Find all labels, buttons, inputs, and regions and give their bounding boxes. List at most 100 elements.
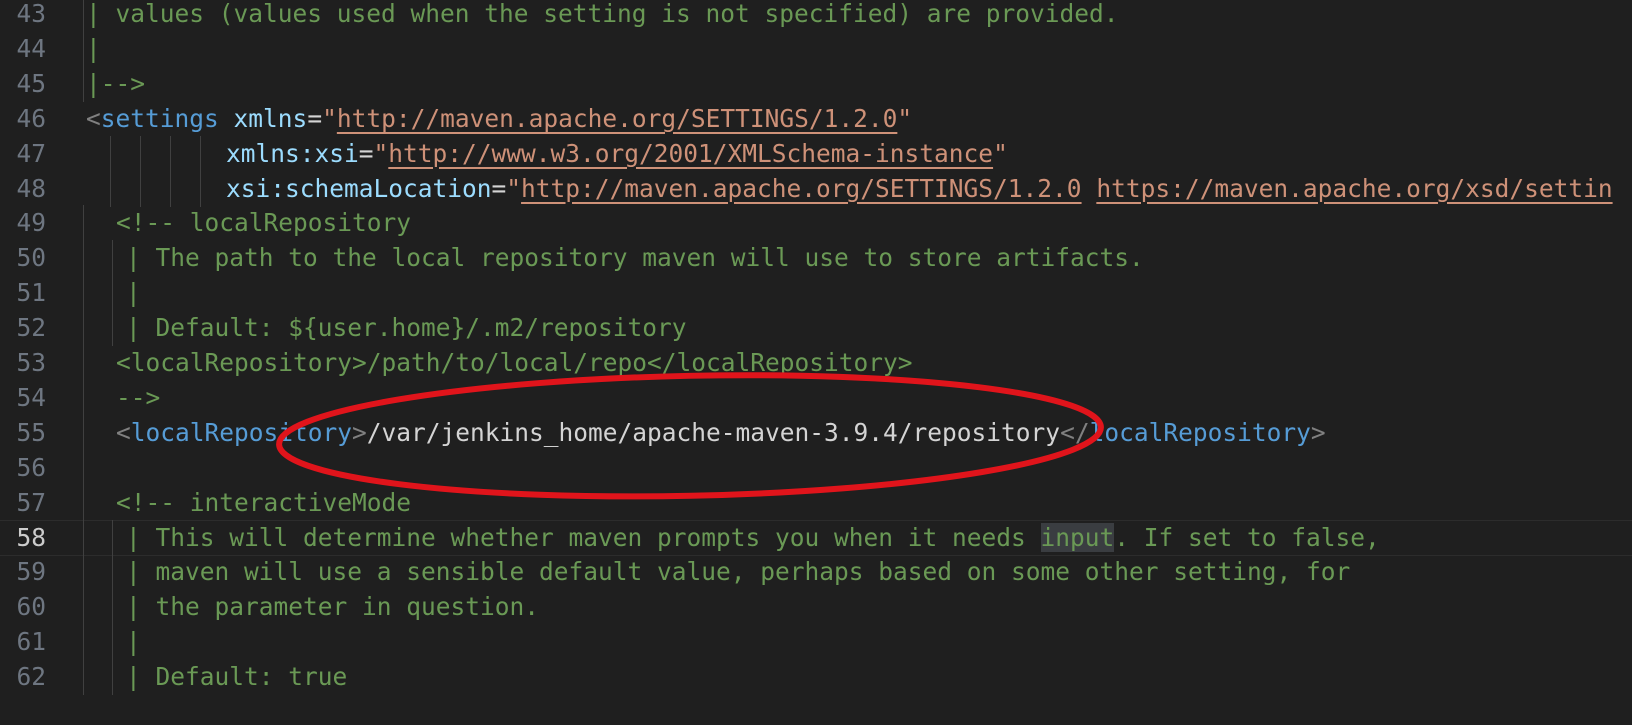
code-text: | — [86, 31, 101, 67]
code-line[interactable]: 48 xsi:schemaLocation="http://maven.apach… — [0, 170, 1632, 207]
code-line[interactable]: 54 --> — [0, 379, 1632, 416]
indent-guide — [83, 205, 84, 242]
code-text: <settings xmlns="http://maven.apache.org… — [86, 101, 912, 137]
code-line[interactable]: 57 <!-- interactiveMode — [0, 484, 1632, 521]
indent-guide — [83, 65, 84, 102]
code-token: |--> — [86, 68, 146, 98]
indent-guide — [83, 589, 84, 626]
code-text: | Default: ${user.home}/.m2/repository — [126, 310, 687, 346]
line-number: 46 — [16, 103, 46, 133]
code-token: <!-- interactiveMode — [116, 487, 412, 517]
code-token: | maven will use a sensible default valu… — [126, 557, 1351, 587]
code-line[interactable]: 60 | the parameter in question. — [0, 589, 1632, 626]
line-number: 48 — [16, 173, 46, 203]
code-token: http://www.w3.org/2001/XMLSchema-instanc… — [388, 138, 994, 168]
code-line[interactable]: 47 xmlns:xsi="http://www.w3.org/2001/XMLS… — [0, 135, 1632, 172]
code-token: = — [491, 173, 507, 203]
code-token: | — [126, 627, 141, 657]
code-token: < — [86, 103, 101, 133]
code-line[interactable]: 44 | — [0, 30, 1632, 67]
line-number: 62 — [16, 662, 46, 692]
code-line[interactable]: 45 |--> — [0, 65, 1632, 102]
code-token: | — [86, 33, 101, 63]
code-token: < — [116, 417, 131, 447]
code-line[interactable]: 59 | maven will use a sensible default va… — [0, 554, 1632, 591]
code-text: <localRepository>/var/jenkins_home/apach… — [116, 415, 1326, 451]
code-token: | the parameter in question. — [126, 592, 540, 622]
code-line[interactable]: 52 | Default: ${user.home}/.m2/repository — [0, 310, 1632, 347]
indent-guide — [110, 135, 111, 172]
code-editor[interactable]: 43 | values (values used when the setting… — [0, 0, 1632, 725]
code-text: | values (values used when the setting i… — [86, 0, 1119, 32]
code-line[interactable]: 58 | This will determine whether maven pr… — [0, 519, 1632, 556]
code-token: " — [373, 138, 389, 168]
line-number: 43 — [16, 0, 46, 28]
code-line[interactable]: 50 | The path to the local repository mav… — [0, 240, 1632, 277]
line-number: 45 — [16, 68, 46, 98]
code-text: |--> — [86, 66, 145, 102]
code-token: settings — [100, 103, 219, 133]
indent-guide — [112, 310, 113, 347]
line-number: 58 — [16, 522, 46, 552]
indent-guide — [83, 519, 84, 556]
code-token: | Default: true — [126, 662, 348, 692]
code-line[interactable]: 51 | — [0, 275, 1632, 312]
code-line[interactable]: 49 <!-- localRepository — [0, 205, 1632, 242]
code-token: " — [322, 103, 337, 133]
code-token: input — [1040, 522, 1115, 552]
indent-guide — [83, 414, 84, 451]
indent-guide — [112, 275, 113, 312]
line-number: 57 — [16, 487, 46, 517]
code-token: | — [126, 278, 141, 308]
code-text: | maven will use a sensible default valu… — [126, 554, 1350, 590]
code-text: | — [126, 275, 141, 311]
indent-guide — [83, 275, 84, 312]
code-token: --> — [116, 382, 161, 412]
code-text: | This will determine whether maven prom… — [126, 520, 1380, 556]
code-token: <!-- localRepository — [116, 208, 412, 238]
indent-guide — [83, 379, 84, 416]
code-text: | The path to the local repository maven… — [126, 240, 1144, 276]
code-token: /var/jenkins_home/apache-maven-3.9.4/rep… — [366, 417, 1061, 447]
code-text: <!-- interactiveMode — [116, 485, 411, 521]
indent-guide — [140, 135, 141, 172]
line-number: 50 — [16, 243, 46, 273]
code-line[interactable]: 56 — [0, 449, 1632, 486]
indent-guide — [83, 0, 84, 32]
code-text: | the parameter in question. — [126, 589, 539, 625]
code-token: localRepository — [1089, 417, 1311, 447]
code-token: <localRepository>/path/to/local/repo</lo… — [116, 348, 913, 377]
code-text: xmlns:xsi="http://www.w3.org/2001/XMLSch… — [226, 136, 1008, 172]
code-text: <localRepository>/path/to/local/repo</lo… — [116, 345, 913, 381]
code-token: xmlns — [233, 103, 308, 133]
code-token: = — [358, 138, 374, 168]
code-token: http://maven.apache.org/SETTINGS/1.2.0 — [336, 103, 898, 133]
code-line[interactable]: 46 <settings xmlns="http://maven.apache.o… — [0, 101, 1632, 137]
indent-guide — [83, 310, 84, 347]
code-token: xsi:schemaLocation — [226, 173, 492, 203]
code-token: " — [993, 138, 1008, 168]
indent-guide — [112, 659, 113, 696]
code-line[interactable]: 55 <localRepository>/var/jenkins_home/apa… — [0, 414, 1632, 451]
code-token: | The path to the local repository maven… — [126, 243, 1144, 273]
indent-guide — [83, 554, 84, 591]
code-line[interactable]: 62 | Default: true — [0, 659, 1632, 696]
code-token: xmlns:xsi — [226, 138, 359, 168]
indent-guide — [170, 135, 171, 172]
code-token: | Default: ${user.home}/.m2/repository — [126, 313, 687, 343]
line-number: 55 — [16, 417, 46, 447]
code-line[interactable]: 43 | values (values used when the setting… — [0, 0, 1632, 32]
indent-guide — [112, 624, 113, 661]
line-number: 59 — [16, 557, 46, 587]
indent-guide — [112, 589, 113, 626]
code-line[interactable]: 53 <localRepository>/path/to/local/repo</… — [0, 345, 1632, 381]
line-number: 60 — [16, 592, 46, 622]
code-token: http://maven.apache.org/SETTINGS/1.2.0 — [521, 173, 1082, 203]
code-token: " — [506, 173, 522, 203]
indent-guide — [200, 170, 201, 207]
line-number: 53 — [16, 348, 46, 377]
code-line[interactable]: 61 | — [0, 624, 1632, 661]
code-text: | — [126, 624, 141, 660]
